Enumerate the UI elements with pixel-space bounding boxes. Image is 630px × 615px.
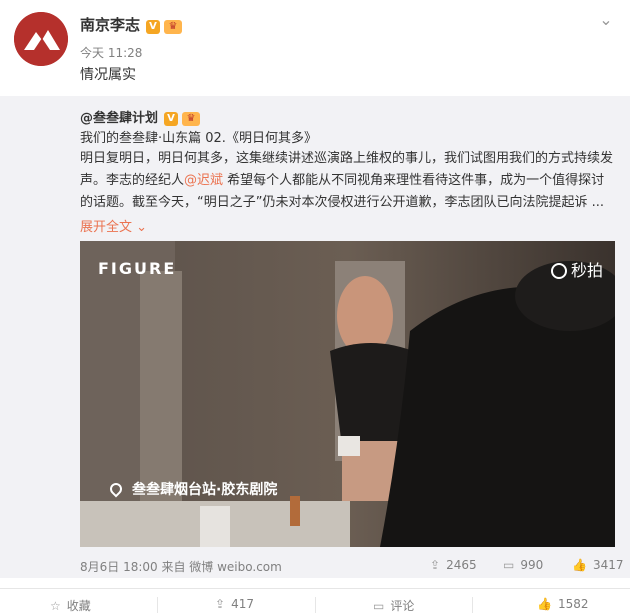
post-username[interactable]: 南京李志 V ♛ xyxy=(80,14,183,35)
repost-comment-count[interactable]: ▭ 990 xyxy=(503,558,543,572)
repost-button[interactable]: ⇪ 417 xyxy=(215,597,254,611)
video-frame xyxy=(80,241,615,547)
repost-share-count[interactable]: ⇪ 2465 xyxy=(430,558,477,572)
repost-title: 我们的叁叁肆·山东篇 02.《明日何其多》 xyxy=(80,131,317,146)
repost-like-count[interactable]: 👍 3417 xyxy=(572,558,624,572)
expand-label[interactable]: 展开全文 xyxy=(80,220,132,235)
repost-username[interactable]: @叁叁肆计划 V ♛ xyxy=(80,107,201,126)
comment-button[interactable]: ▭ 评论 xyxy=(373,597,414,614)
avatar[interactable] xyxy=(14,12,68,66)
chevron-down-icon: ⌄ xyxy=(136,220,148,235)
comment-icon: ▭ xyxy=(373,599,385,613)
comment-label: 评论 xyxy=(390,599,415,613)
repost-username-text[interactable]: @叁叁肆计划 xyxy=(80,111,158,126)
video-location: 叁叁肆烟台站·胶东剧院 xyxy=(107,479,278,499)
chevron-down-icon[interactable]: ⌄ xyxy=(596,10,616,29)
share-count-text: 2465 xyxy=(446,558,477,572)
member-crown-icon: ♛ xyxy=(182,112,201,126)
comment-count-text: 990 xyxy=(520,558,544,572)
like-count-text: 3417 xyxy=(592,558,624,572)
divider xyxy=(157,597,158,613)
thumbs-up-icon: 👍 xyxy=(572,558,587,572)
repost-meta[interactable]: 8月6日 18:00 来自 微博 weibo.com xyxy=(80,558,282,575)
action-bar: ☆ 收藏 ⇪ 417 ▭ 评论 👍 1582 xyxy=(0,588,630,615)
member-crown-icon: ♛ xyxy=(164,20,183,34)
like-count-label: 1582 xyxy=(557,597,589,611)
watermark-text: 秒拍 xyxy=(570,261,603,280)
video-player[interactable]: FIGURE 秒拍 叁叁肆烟台站·胶东剧院 xyxy=(80,241,615,547)
verified-icon: V xyxy=(164,112,179,126)
star-icon: ☆ xyxy=(50,599,61,613)
location-pin-icon xyxy=(107,480,125,498)
post-time[interactable]: 今天 11:28 xyxy=(80,44,142,61)
mention-link[interactable]: @迟斌 xyxy=(184,173,223,188)
miaopai-icon xyxy=(550,263,567,279)
like-button[interactable]: 👍 1582 xyxy=(537,597,589,611)
collect-label: 收藏 xyxy=(66,599,91,613)
repost-body: 明日复明日，明日何其多，这集继续讲述巡演路上维权的事儿，我们试图用我们的方式持续… xyxy=(80,148,615,214)
location-text: 叁叁肆烟台站·胶东剧院 xyxy=(132,482,278,498)
expand-full-text-link[interactable]: 展开全文 ⌄ xyxy=(80,216,147,235)
thumbs-up-icon: 👍 xyxy=(537,597,552,611)
divider xyxy=(315,597,316,613)
verified-icon: V xyxy=(146,20,161,34)
username-text[interactable]: 南京李志 xyxy=(80,16,140,34)
share-icon: ⇪ xyxy=(430,558,441,572)
post-text: 情况属实 xyxy=(80,67,136,83)
divider xyxy=(472,597,473,613)
collect-button[interactable]: ☆ 收藏 xyxy=(50,597,91,614)
share-icon: ⇪ xyxy=(215,597,226,611)
miaopai-watermark: 秒拍 xyxy=(550,257,603,281)
comment-icon: ▭ xyxy=(503,558,515,572)
repost-count-label: 417 xyxy=(231,597,254,611)
video-brand-logo: FIGURE xyxy=(98,259,177,278)
